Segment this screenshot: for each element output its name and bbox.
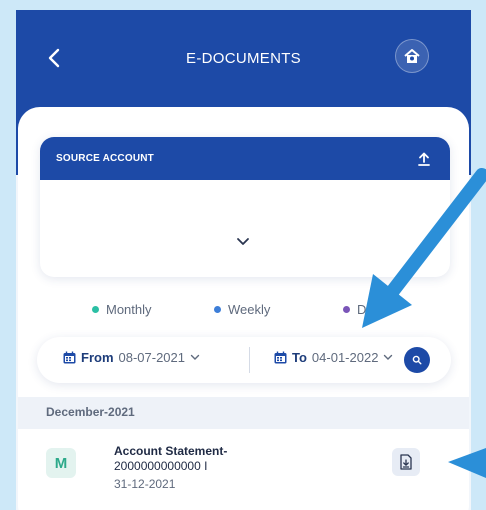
document-title: Account Statement-: [114, 444, 228, 458]
period-daily-label: D: [357, 302, 367, 317]
app-screen: E-DOCUMENTS SOURCE ACCOUNT Monthly Weekl…: [16, 10, 471, 510]
from-date-picker[interactable]: From 08-07-2021: [63, 350, 200, 365]
period-options: Monthly Weekly D: [18, 302, 469, 322]
document-avatar: M: [46, 448, 76, 478]
search-button[interactable]: [404, 347, 430, 373]
weekly-dot: [214, 306, 221, 313]
source-account-label: SOURCE ACCOUNT: [56, 153, 154, 164]
to-date-picker[interactable]: To 04-01-2022: [274, 350, 393, 365]
period-weekly-label: Weekly: [228, 302, 271, 317]
chevron-down-icon: [237, 238, 249, 245]
upload-icon: [418, 152, 430, 166]
period-monthly[interactable]: Monthly: [92, 302, 152, 317]
monthly-dot: [92, 306, 99, 313]
date-divider: [249, 347, 250, 373]
upload-button[interactable]: [418, 152, 430, 166]
content-card: SOURCE ACCOUNT Monthly Weekly D From 08-…: [18, 107, 469, 510]
home-icon: [404, 49, 420, 63]
month-label: December-2021: [46, 405, 135, 419]
chevron-down-icon: [190, 354, 200, 360]
download-button[interactable]: [392, 448, 420, 476]
source-account-panel[interactable]: SOURCE ACCOUNT: [40, 137, 450, 277]
search-icon: [412, 355, 422, 365]
source-account-header: SOURCE ACCOUNT: [40, 137, 450, 180]
from-label: From: [81, 350, 114, 365]
list-item[interactable]: M Account Statement- 2000000000000 I 31-…: [18, 437, 469, 510]
from-date-value: 08-07-2021: [118, 350, 186, 365]
to-label: To: [292, 350, 307, 365]
month-section-header: December-2021: [18, 397, 469, 429]
period-monthly-label: Monthly: [106, 302, 152, 317]
document-number: 2000000000000 I: [114, 459, 208, 473]
date-filter-bar: From 08-07-2021 To 04-01-2022: [37, 337, 451, 383]
period-daily[interactable]: D: [343, 302, 366, 317]
daily-dot: [343, 306, 350, 313]
period-weekly[interactable]: Weekly: [214, 302, 270, 317]
expand-account-button[interactable]: [236, 237, 250, 246]
calendar-icon: [63, 351, 76, 364]
document-date: 31-12-2021: [114, 477, 176, 491]
home-button[interactable]: [395, 39, 429, 73]
to-date-value: 04-01-2022: [311, 350, 379, 365]
chevron-down-icon: [384, 354, 393, 360]
download-icon: [400, 454, 412, 470]
calendar-icon: [274, 351, 287, 364]
